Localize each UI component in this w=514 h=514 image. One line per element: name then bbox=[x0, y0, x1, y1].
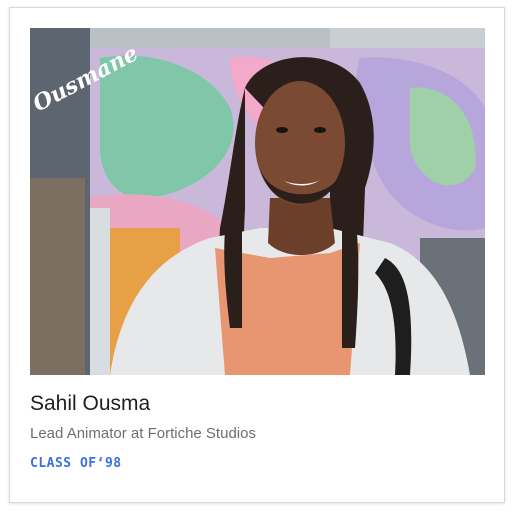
profile-card: Ousmane Sahil Ousma Lead Animator at For… bbox=[9, 7, 505, 503]
portrait-image bbox=[30, 28, 485, 375]
class-year-label: CLASS OF‘98 bbox=[30, 456, 122, 471]
person-name: Sahil Ousma bbox=[30, 392, 151, 415]
profile-photo: Ousmane bbox=[30, 28, 485, 375]
person-role: Lead Animator at Fortiche Studios bbox=[30, 425, 256, 442]
